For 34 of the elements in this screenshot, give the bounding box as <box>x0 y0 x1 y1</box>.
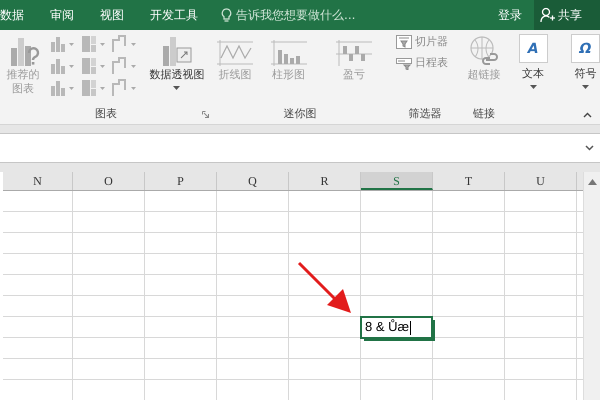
ribbon-tab[interactable]: 视图 <box>87 6 137 24</box>
scroll-up-icon[interactable] <box>588 179 596 185</box>
ribbon-tab[interactable]: 数据 <box>0 6 37 24</box>
lightbulb-icon <box>221 8 232 22</box>
column-header[interactable]: O <box>73 172 145 190</box>
sign-in-link[interactable]: 登录 <box>498 6 522 24</box>
group-label: 迷你图 <box>284 106 317 120</box>
ribbon-tab[interactable]: 审阅 <box>37 6 87 24</box>
column-header[interactable]: N <box>3 172 73 190</box>
expand-chevron-icon[interactable] <box>585 145 594 151</box>
group-label: 图表 <box>94 106 117 120</box>
vertical-scrollbar[interactable] <box>583 172 600 400</box>
share-button[interactable]: 共享 <box>534 0 600 30</box>
ribbon-button[interactable]: Ω 符号 <box>562 34 600 89</box>
annotation-arrow <box>297 261 353 315</box>
tell-me-search[interactable]: 告诉我您想要做什么... <box>221 8 376 22</box>
filter-icon <box>396 34 412 48</box>
collapse-ribbon-icon[interactable] <box>583 112 592 118</box>
dialog-launcher-icon[interactable] <box>202 111 209 118</box>
ribbon-button[interactable]: 数据透视图 <box>145 34 209 90</box>
person-add-icon <box>540 7 555 23</box>
omega-icon: Ω <box>571 34 600 63</box>
column-header[interactable]: U <box>505 172 577 190</box>
group-label: 筛选器 <box>408 106 442 120</box>
letter-icon: A <box>518 34 548 63</box>
active-cell[interactable]: 8 & Ůæ <box>360 316 433 339</box>
column-header[interactable]: S <box>361 172 433 190</box>
group-label: 链接 <box>472 106 495 120</box>
column-header[interactable]: T <box>433 172 505 190</box>
timeline-filter-icon <box>396 56 412 70</box>
column-header[interactable]: Q <box>217 172 289 190</box>
ribbon-button[interactable]: A 文本 <box>510 34 556 89</box>
column-header[interactable]: P <box>145 172 217 190</box>
ribbon-tab[interactable]: 开发工具 <box>137 6 211 24</box>
